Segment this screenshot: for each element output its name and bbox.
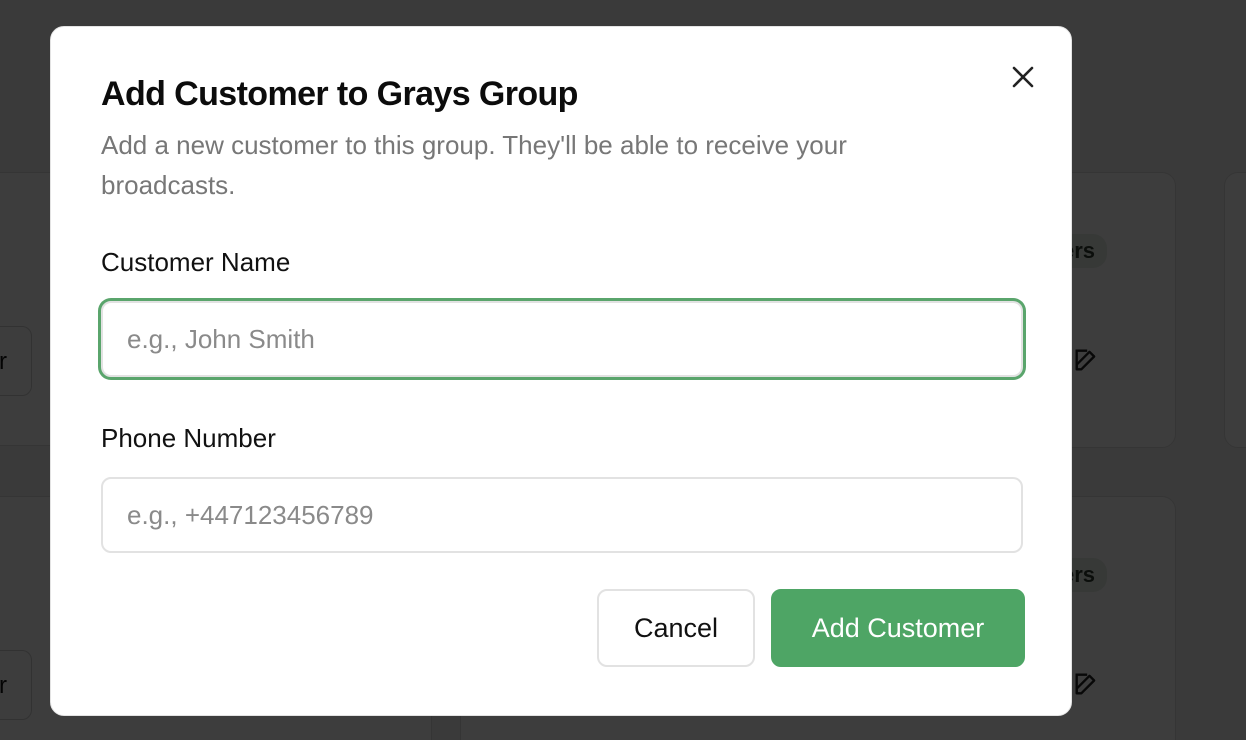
dialog-description: Add a new customer to this group. They'l… — [101, 130, 847, 200]
customer-name-field-wrapper — [101, 301, 1023, 377]
customer-name-input[interactable] — [103, 303, 1021, 375]
dialog-title: Add Customer to Grays Group — [101, 75, 578, 113]
phone-number-input[interactable] — [103, 479, 1021, 551]
add-customer-dialog: Add Customer to Grays Group Add a new cu… — [50, 26, 1072, 716]
cancel-button[interactable]: Cancel — [597, 589, 755, 667]
add-customer-button[interactable]: Add Customer — [771, 589, 1025, 667]
close-button[interactable] — [1007, 61, 1039, 93]
close-icon — [1012, 66, 1034, 88]
phone-number-field-wrapper — [101, 477, 1023, 553]
customer-name-label: Customer Name — [101, 247, 291, 277]
phone-number-label: Phone Number — [101, 423, 276, 453]
